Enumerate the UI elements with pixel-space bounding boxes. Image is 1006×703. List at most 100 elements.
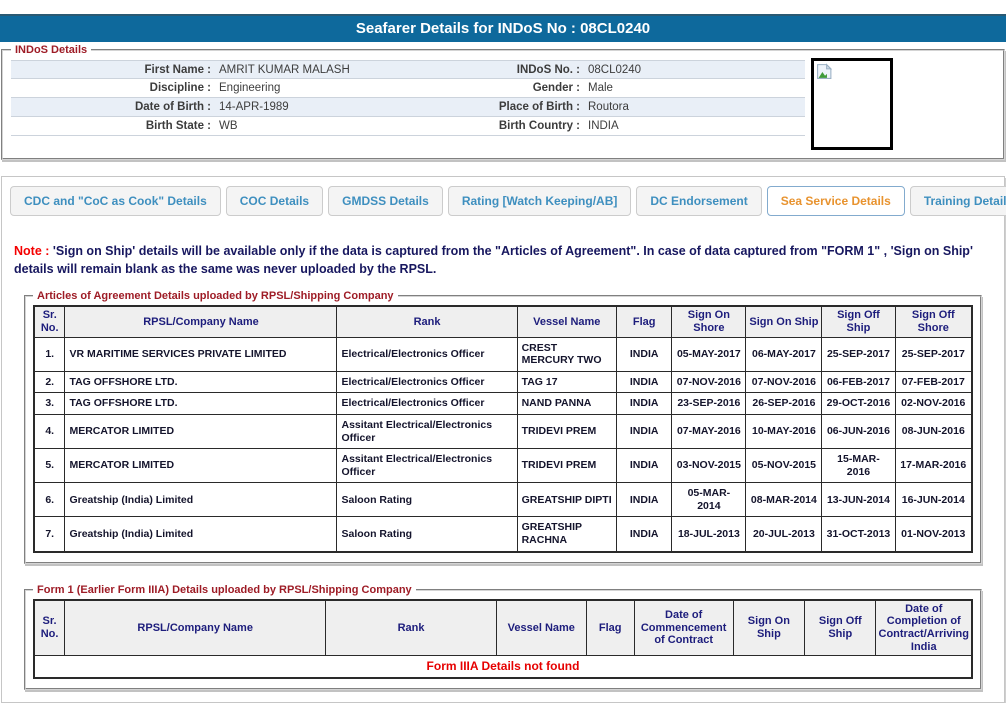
commencement-date-header: Date of Commencement of Contract — [634, 600, 733, 656]
cell: INDIA — [617, 517, 672, 552]
cell: Greatship (India) Limited — [65, 517, 337, 552]
indos-details-legend: INDoS Details — [11, 44, 91, 56]
cell: INDIA — [617, 393, 672, 415]
table-row: 2. TAG OFFSHORE LTD. Electrical/Electron… — [34, 371, 972, 393]
cell: 02-NOV-2016 — [895, 393, 972, 415]
cell: INDIA — [617, 483, 672, 517]
cell: 5. — [34, 449, 65, 483]
photo-area — [805, 58, 995, 150]
cell: TRIDEVI PREM — [517, 414, 616, 448]
sr-no-header: Sr. No. — [34, 306, 65, 337]
cell: 23-SEP-2016 — [672, 393, 746, 415]
table-row: 6. Greatship (India) Limited Saloon Rati… — [34, 483, 972, 517]
birth-country-label: Birth Country : — [430, 117, 580, 135]
tab-bar: CDC and "CoC as Cook" Details COC Detail… — [10, 186, 996, 216]
cell: 06-MAY-2017 — [746, 337, 822, 371]
page: Seafarer Details for INDoS No : 08CL0240… — [0, 14, 1006, 703]
dob-value: 14-APR-1989 — [211, 98, 430, 116]
tab-cdc-coc-cook-details[interactable]: CDC and "CoC as Cook" Details — [10, 186, 221, 216]
cell: 08-JUN-2016 — [895, 414, 972, 448]
table-row: 1. VR MARITIME SERVICES PRIVATE LIMITED … — [34, 337, 972, 371]
first-name-label: First Name : — [11, 61, 211, 78]
form1-legend: Form 1 (Earlier Form IIIA) Details uploa… — [33, 584, 416, 596]
seafarer-photo — [811, 58, 893, 150]
articles-table-head: Sr. No. RPSL/Company Name Rank Vessel Na… — [34, 306, 972, 337]
cell: 3. — [34, 393, 65, 415]
cell: 05-MAR-2014 — [672, 483, 746, 517]
header-row: Sr. No. RPSL/Company Name Rank Vessel Na… — [34, 600, 972, 656]
cell: Assitant Electrical/Electronics Officer — [337, 449, 517, 483]
cell: MERCATOR LIMITED — [65, 414, 337, 448]
indos-details-grid: First Name : AMRIT KUMAR MALASH INDoS No… — [11, 60, 805, 136]
vessel-header: Vessel Name — [496, 600, 586, 656]
place-of-birth-label: Place of Birth : — [430, 98, 580, 116]
sign-on-ship-header: Sign On Ship — [746, 306, 822, 337]
cell: 31-OCT-2013 — [822, 517, 895, 552]
cell: 01-NOV-2013 — [895, 517, 972, 552]
cell: INDIA — [617, 337, 672, 371]
cell: 07-NOV-2016 — [672, 371, 746, 393]
vessel-header: Vessel Name — [517, 306, 616, 337]
dob-label: Date of Birth : — [11, 98, 211, 116]
rank-header: Rank — [326, 600, 497, 656]
page-title-bar: Seafarer Details for INDoS No : 08CL0240 — [0, 14, 1006, 42]
page-title: Seafarer Details for INDoS No : 08CL0240 — [356, 20, 650, 37]
cell: Assitant Electrical/Electronics Officer — [337, 414, 517, 448]
note-prefix: Note : — [14, 244, 49, 258]
cell: Electrical/Electronics Officer — [337, 337, 517, 371]
sign-on-shore-header: Sign On Shore — [672, 306, 746, 337]
form1-table: Sr. No. RPSL/Company Name Rank Vessel Na… — [33, 599, 973, 679]
cell: Electrical/Electronics Officer — [337, 393, 517, 415]
table-row: 3. TAG OFFSHORE LTD. Electrical/Electron… — [34, 393, 972, 415]
table-row: 4. MERCATOR LIMITED Assitant Electrical/… — [34, 414, 972, 448]
cell: VR MARITIME SERVICES PRIVATE LIMITED — [65, 337, 337, 371]
cell: Saloon Rating — [337, 483, 517, 517]
cell: 18-JUL-2013 — [672, 517, 746, 552]
tab-coc-details[interactable]: COC Details — [226, 186, 323, 216]
flag-header: Flag — [617, 306, 672, 337]
indos-no-value: 08CL0240 — [580, 61, 805, 78]
cell: 13-JUN-2014 — [822, 483, 895, 517]
cell: 06-JUN-2016 — [822, 414, 895, 448]
indos-row-name: First Name : AMRIT KUMAR MALASH INDoS No… — [11, 60, 805, 79]
tab-dc-endorsement[interactable]: DC Endorsement — [636, 186, 761, 216]
note-text: 'Sign on Ship' details will be available… — [14, 244, 973, 276]
cell: GREATSHIP DIPTI — [517, 483, 616, 517]
articles-of-agreement-section: Articles of Agreement Details uploaded b… — [24, 290, 982, 563]
tab-rating-watch-keeping[interactable]: Rating [Watch Keeping/AB] — [448, 186, 632, 216]
cell: 2. — [34, 371, 65, 393]
birth-country-value: INDIA — [580, 117, 805, 135]
birth-state-value: WB — [211, 117, 430, 135]
cell: TRIDEVI PREM — [517, 449, 616, 483]
gender-label: Gender : — [430, 79, 580, 97]
sign-off-ship-header: Sign Off Ship — [805, 600, 876, 656]
cell: TAG OFFSHORE LTD. — [65, 393, 337, 415]
cell: 6. — [34, 483, 65, 517]
indos-row-birth: Date of Birth : 14-APR-1989 Place of Bir… — [11, 98, 805, 117]
tab-sea-service-details[interactable]: Sea Service Details — [767, 186, 905, 216]
tab-training-details[interactable]: Training Details — [910, 186, 1006, 216]
cell: 29-OCT-2016 — [822, 393, 895, 415]
table-row: 7. Greatship (India) Limited Saloon Rati… — [34, 517, 972, 552]
completion-date-header: Date of Completion of Contract/Arriving … — [876, 600, 972, 656]
tab-gmdss-details[interactable]: GMDSS Details — [328, 186, 443, 216]
not-found-message: Form IIIA Details not found — [34, 656, 972, 678]
rank-header: Rank — [337, 306, 517, 337]
articles-table: Sr. No. RPSL/Company Name Rank Vessel Na… — [33, 305, 973, 552]
table-row: 5. MERCATOR LIMITED Assitant Electrical/… — [34, 449, 972, 483]
cell: 08-MAR-2014 — [746, 483, 822, 517]
cell: 26-SEP-2016 — [746, 393, 822, 415]
discipline-value: Engineering — [211, 79, 430, 97]
cell: 06-FEB-2017 — [822, 371, 895, 393]
header-row: Sr. No. RPSL/Company Name Rank Vessel Na… — [34, 306, 972, 337]
empty-row: Form IIIA Details not found — [34, 656, 972, 678]
cell: 07-NOV-2016 — [746, 371, 822, 393]
cell: 25-SEP-2017 — [822, 337, 895, 371]
cell: 07-FEB-2017 — [895, 371, 972, 393]
cell: 20-JUL-2013 — [746, 517, 822, 552]
cell: NAND PANNA — [517, 393, 616, 415]
company-header: RPSL/Company Name — [65, 306, 337, 337]
cell: 25-SEP-2017 — [895, 337, 972, 371]
cell: 7. — [34, 517, 65, 552]
cell: 15-MAR-2016 — [822, 449, 895, 483]
